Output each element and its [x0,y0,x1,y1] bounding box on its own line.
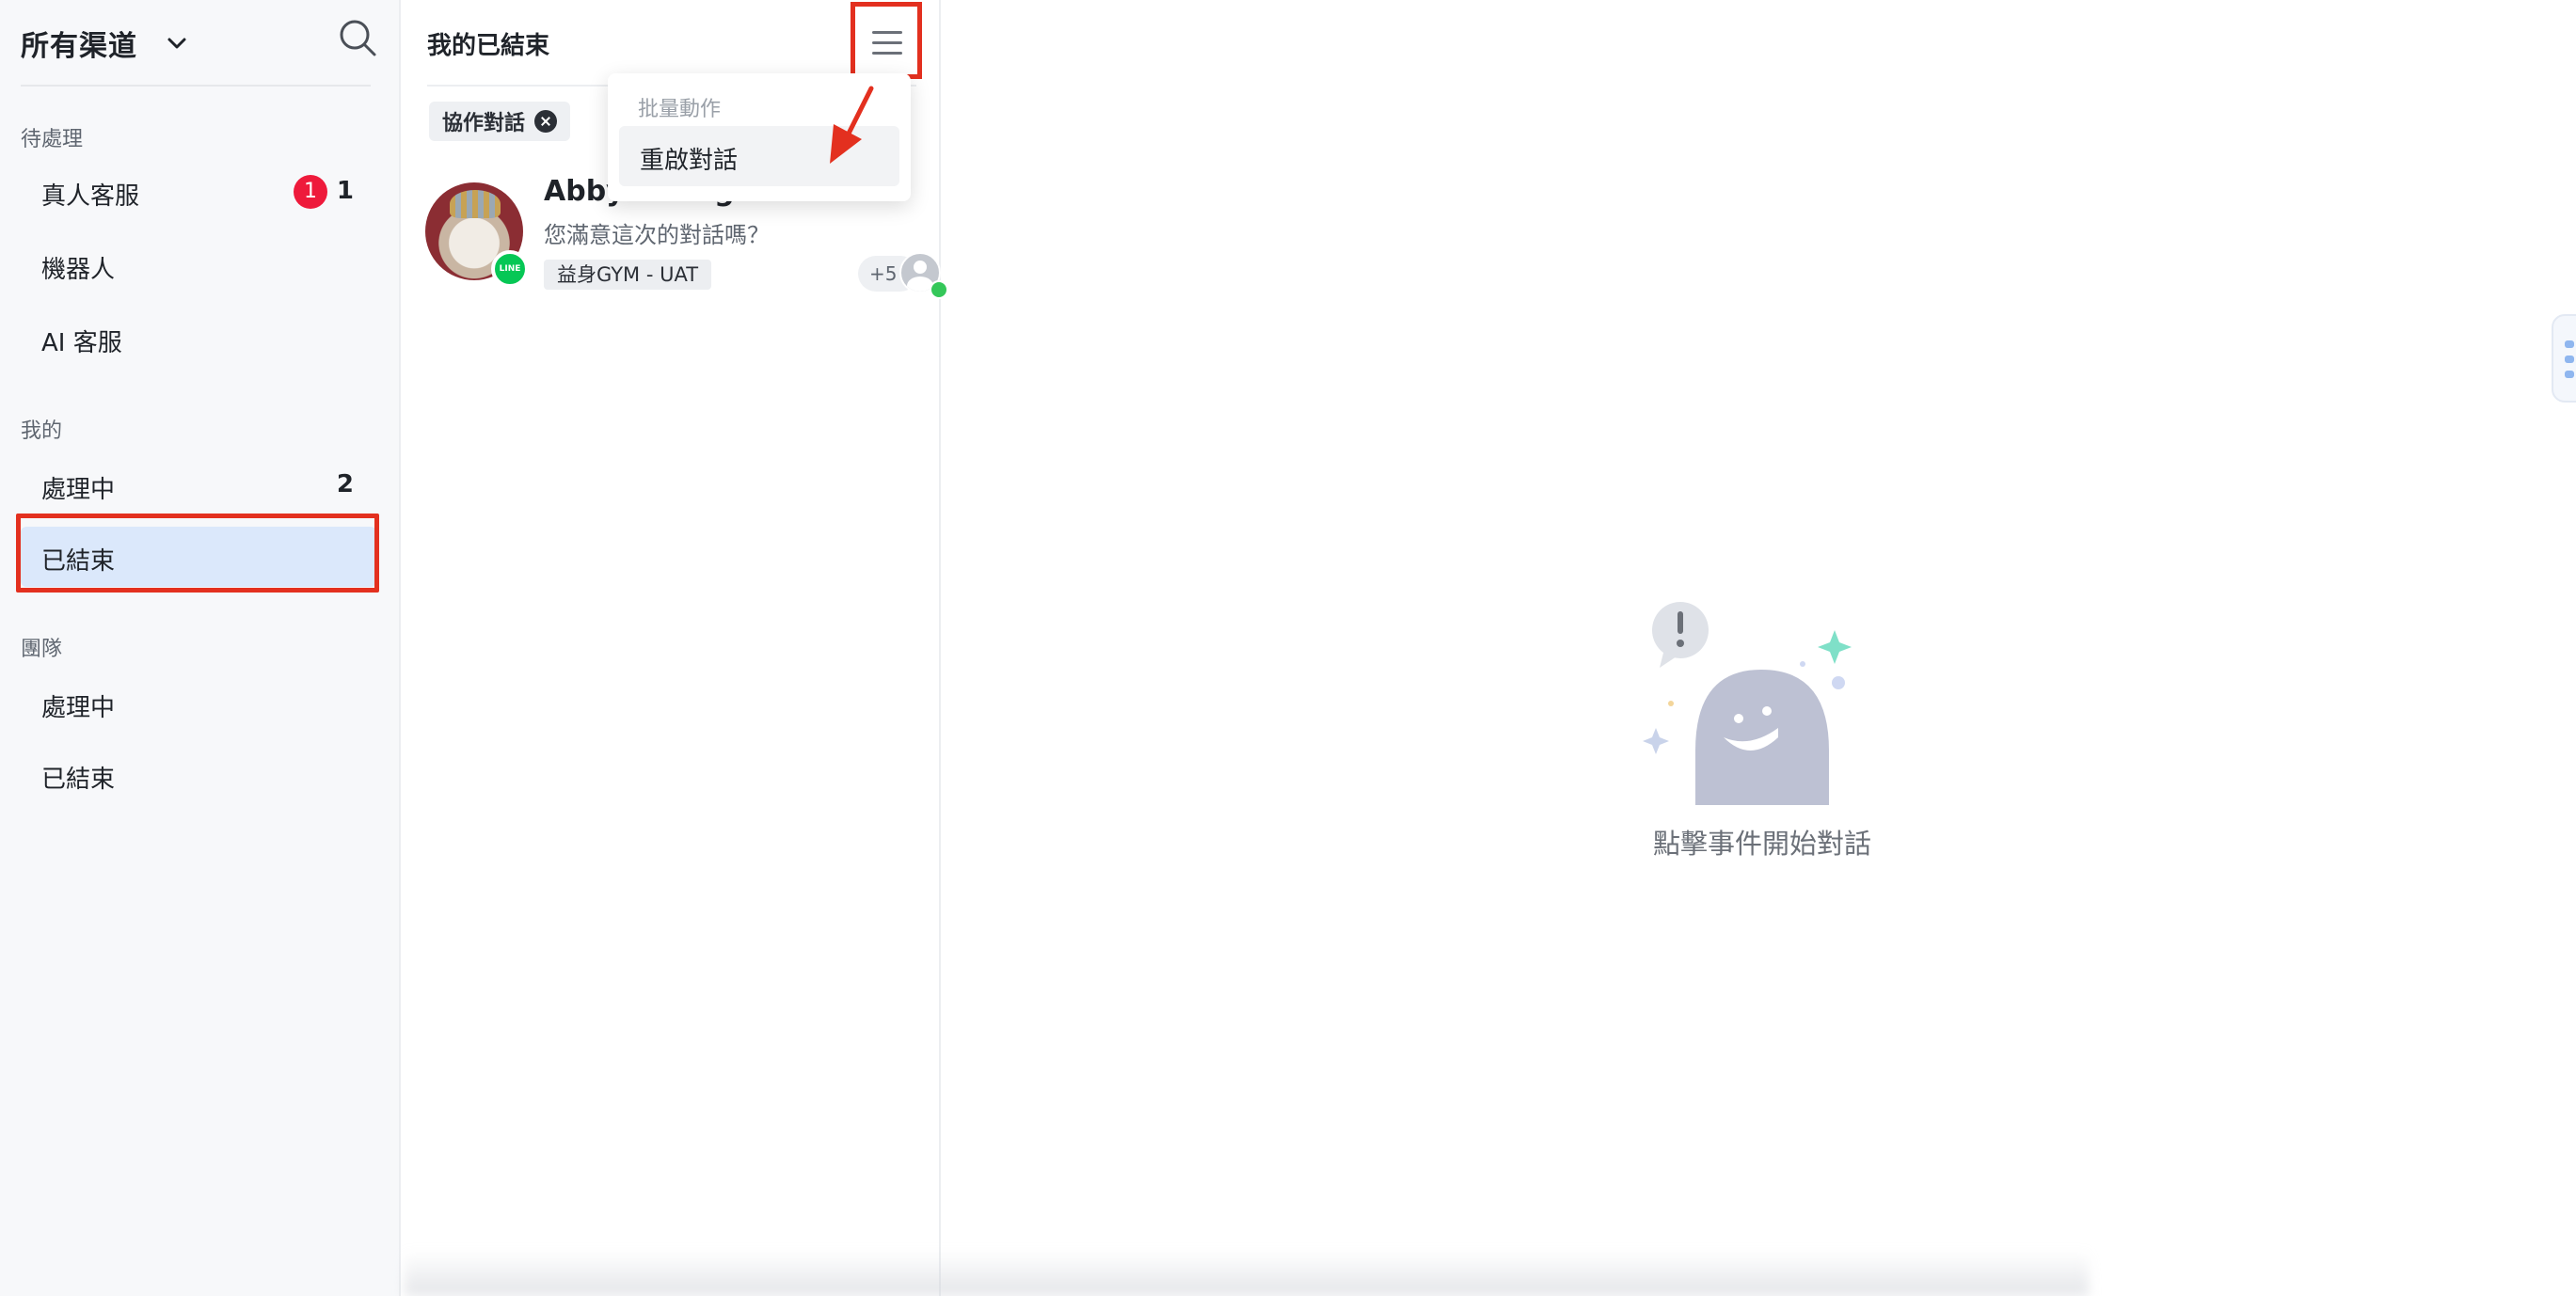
item-count: 2 [336,470,354,498]
assignee-group: +5 [858,252,948,299]
handle-grip-icon [2565,371,2574,378]
sidebar-item-mine-in-progress[interactable]: 處理中 2 [21,455,376,515]
conversation-preview: 您滿意這次的對話嗎？ [544,222,770,248]
sidebar-item-label: 處理中 [41,694,116,722]
bottom-shadow [405,1251,2089,1296]
dropdown-header: 批量動作 [638,98,722,121]
handle-grip-icon [2565,340,2574,348]
empty-state-text: 點擊事件開始對話 [1652,828,1871,860]
channel-title: 所有渠道 [21,30,137,63]
sidebar-item-bot[interactable]: 機器人 [21,235,376,295]
sidebar-item-team-closed[interactable]: 已結束 [21,745,376,805]
item-count: 1 [336,177,354,205]
sidebar-item-label: 機器人 [41,256,116,284]
sidebar-item-team-in-progress[interactable]: 處理中 [21,673,376,734]
chevron-down-icon[interactable] [164,30,190,56]
search-icon[interactable] [337,17,378,58]
section-label-team: 團隊 [21,638,63,661]
sidebar-item-label: 真人客服 [41,182,140,211]
annotation-arrow-icon [830,86,874,164]
line-icon: LINE [491,250,529,288]
menu-button[interactable] [851,2,922,79]
sidebar: 所有渠道 待處理 真人客服 1 1 機器人 AI 客服 我的 處理中 2 已結束… [0,0,401,1296]
sidebar-item-label: AI 客服 [41,329,122,357]
menu-icon [872,41,902,44]
menu-icon [872,52,902,55]
handle-grip-icon [2565,356,2574,363]
channel-selector[interactable]: 所有渠道 [21,13,378,70]
filter-chip-label: 協作對話 [442,112,526,135]
menu-icon [872,31,902,34]
channel-tag: 益身GYM - UAT [544,260,712,290]
menu-item-label: 重啟對話 [640,147,739,175]
section-label-pending: 待處理 [21,128,84,151]
sidebar-item-label: 已結束 [41,766,116,794]
filter-chip: 協作對話 [429,102,571,141]
annotation-highlight-box [16,514,379,593]
sidebar-divider [21,85,371,87]
section-label-mine: 我的 [21,419,63,443]
list-title: 我的已結束 [427,32,550,60]
unread-badge: 1 [294,175,327,209]
close-icon[interactable] [534,110,558,133]
sidebar-item-human-agent[interactable]: 真人客服 1 1 [21,162,376,222]
online-status-dot [930,280,948,299]
side-panel-handle[interactable] [2552,314,2576,403]
sidebar-item-label: 處理中 [41,476,116,504]
sidebar-item-ai-agent[interactable]: AI 客服 [21,308,376,369]
